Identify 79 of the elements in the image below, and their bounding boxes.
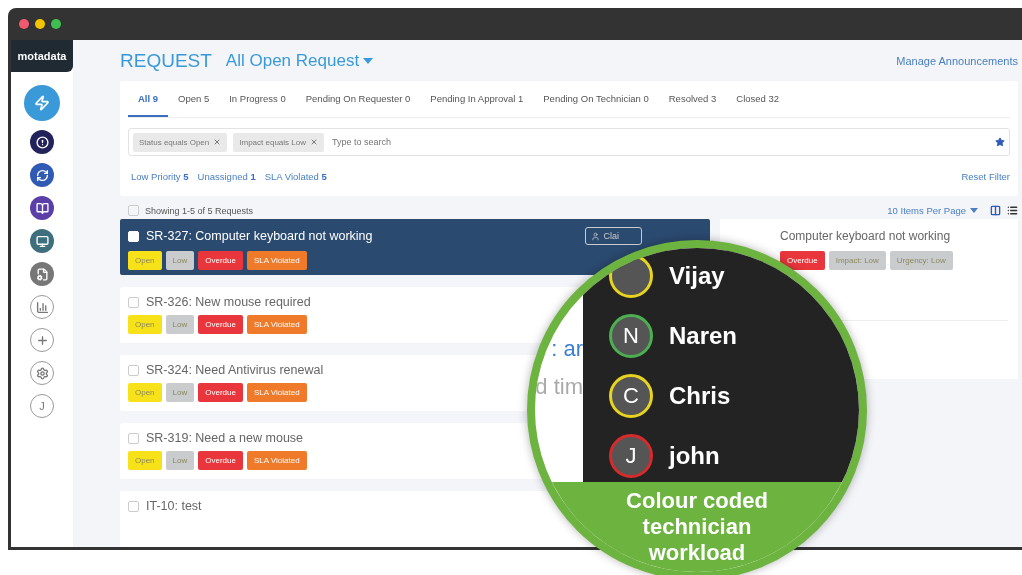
status-tag: SLA Violated: [246, 451, 307, 470]
quick-filter-link[interactable]: Unassigned 1: [197, 170, 256, 182]
user-icon: [591, 231, 601, 241]
status-tag: Open: [128, 451, 162, 470]
sidebar-icon: [35, 234, 49, 248]
technician-avatar: N: [609, 314, 653, 358]
request-title: SR-319: Need a new mouse: [146, 431, 304, 445]
status-tag: SLA Violated: [246, 315, 307, 334]
status-tag: Urgency: Low: [889, 251, 953, 270]
magnified-text: d tim: [535, 374, 583, 400]
sidebar-button[interactable]: [30, 163, 54, 187]
status-tag: Low: [165, 251, 195, 270]
status-tab[interactable]: Pending In Approval 1: [420, 81, 534, 117]
caret-icon: [363, 58, 374, 64]
window-control-dot[interactable]: [19, 19, 29, 29]
reset-filter-link[interactable]: Reset Filter: [961, 170, 1010, 182]
sidebar-button[interactable]: [30, 196, 54, 220]
claim-button[interactable]: Clai: [585, 227, 642, 245]
split-view-icon[interactable]: [990, 205, 1001, 216]
search-field[interactable]: Status equals Open Impact equals Low Type to search: [128, 128, 1010, 156]
per-page-dropdown[interactable]: 10 Items Per Page: [881, 204, 984, 217]
page-title: REQUEST: [120, 50, 212, 72]
request-title: IT-10: test: [146, 499, 202, 513]
sidebar-icon: [35, 300, 49, 314]
checkbox[interactable]: [128, 364, 139, 376]
logo: motadata: [11, 40, 73, 72]
quick-filter-link[interactable]: Low Priority 5: [131, 170, 189, 182]
detail-title: Computer keyboard not working: [780, 229, 952, 243]
status-tag: SLA Violated: [246, 383, 307, 402]
sidebar-icon: [35, 333, 49, 347]
status-tab[interactable]: Resolved 3: [658, 81, 727, 117]
status-tag: Overdue: [198, 383, 243, 402]
status-tab[interactable]: Pending On Requester 0: [295, 81, 421, 117]
request-title: SR-326: New mouse required: [146, 295, 311, 309]
close-icon[interactable]: [310, 138, 318, 146]
status-tab[interactable]: All 9: [128, 81, 169, 117]
close-icon[interactable]: [213, 138, 222, 146]
technician-avatar: C: [609, 374, 653, 418]
status-tag: Open: [128, 383, 162, 402]
status-tag: SLA Violated: [246, 251, 307, 270]
filter-chip[interactable]: Impact equals Low: [233, 132, 324, 152]
star-icon[interactable]: [995, 137, 1005, 147]
sidebar-icon: [35, 366, 49, 380]
status-tab[interactable]: Open 5: [168, 81, 220, 117]
list-view-icon[interactable]: [1007, 205, 1018, 216]
sidebar-button[interactable]: [30, 130, 54, 154]
status-tag: Open: [128, 315, 162, 334]
quick-filter-link[interactable]: SLA Violated 5: [264, 170, 327, 182]
window-control-dot[interactable]: [51, 19, 61, 29]
result-summary: Showing 1-5 of 5 Requests: [145, 205, 254, 216]
sidebar-icon: [35, 201, 49, 215]
sidebar-icon: [35, 267, 49, 281]
status-tag: Open: [128, 251, 162, 270]
status-tag: Overdue: [198, 451, 243, 470]
status-tab[interactable]: Pending On Technician 0: [533, 81, 659, 117]
status-tag: Low: [165, 315, 195, 334]
request-title: SR-324: Need Antivirus renewal: [146, 363, 324, 377]
technician-avatar: J: [609, 434, 653, 478]
checkbox[interactable]: [128, 205, 139, 216]
status-tag: Low: [165, 451, 195, 470]
status-tag: Overdue: [198, 251, 243, 270]
checkbox[interactable]: [128, 500, 139, 512]
status-tab[interactable]: Closed 32: [726, 81, 790, 117]
sidebar-icon: [34, 95, 50, 111]
request-title: SR-327: Computer keyboard not working: [146, 229, 373, 243]
caret-icon: [970, 208, 978, 213]
checkbox[interactable]: [128, 432, 139, 444]
status-tag: Low: [165, 383, 195, 402]
window-control-dot[interactable]: [35, 19, 45, 29]
status-tag: Overdue: [780, 251, 825, 270]
status-tag: Overdue: [198, 315, 243, 334]
filter-chip[interactable]: Status equals Open: [133, 132, 228, 152]
sidebar-icon: [35, 135, 49, 149]
sidebar-icon: [35, 168, 49, 182]
status-tag: Impact: Low: [828, 251, 886, 270]
checkbox[interactable]: [128, 296, 139, 308]
status-tab[interactable]: In Progress 0: [219, 81, 296, 117]
user-avatar[interactable]: J: [30, 394, 54, 418]
manage-announcements-link[interactable]: Manage Announcements: [896, 55, 1018, 67]
